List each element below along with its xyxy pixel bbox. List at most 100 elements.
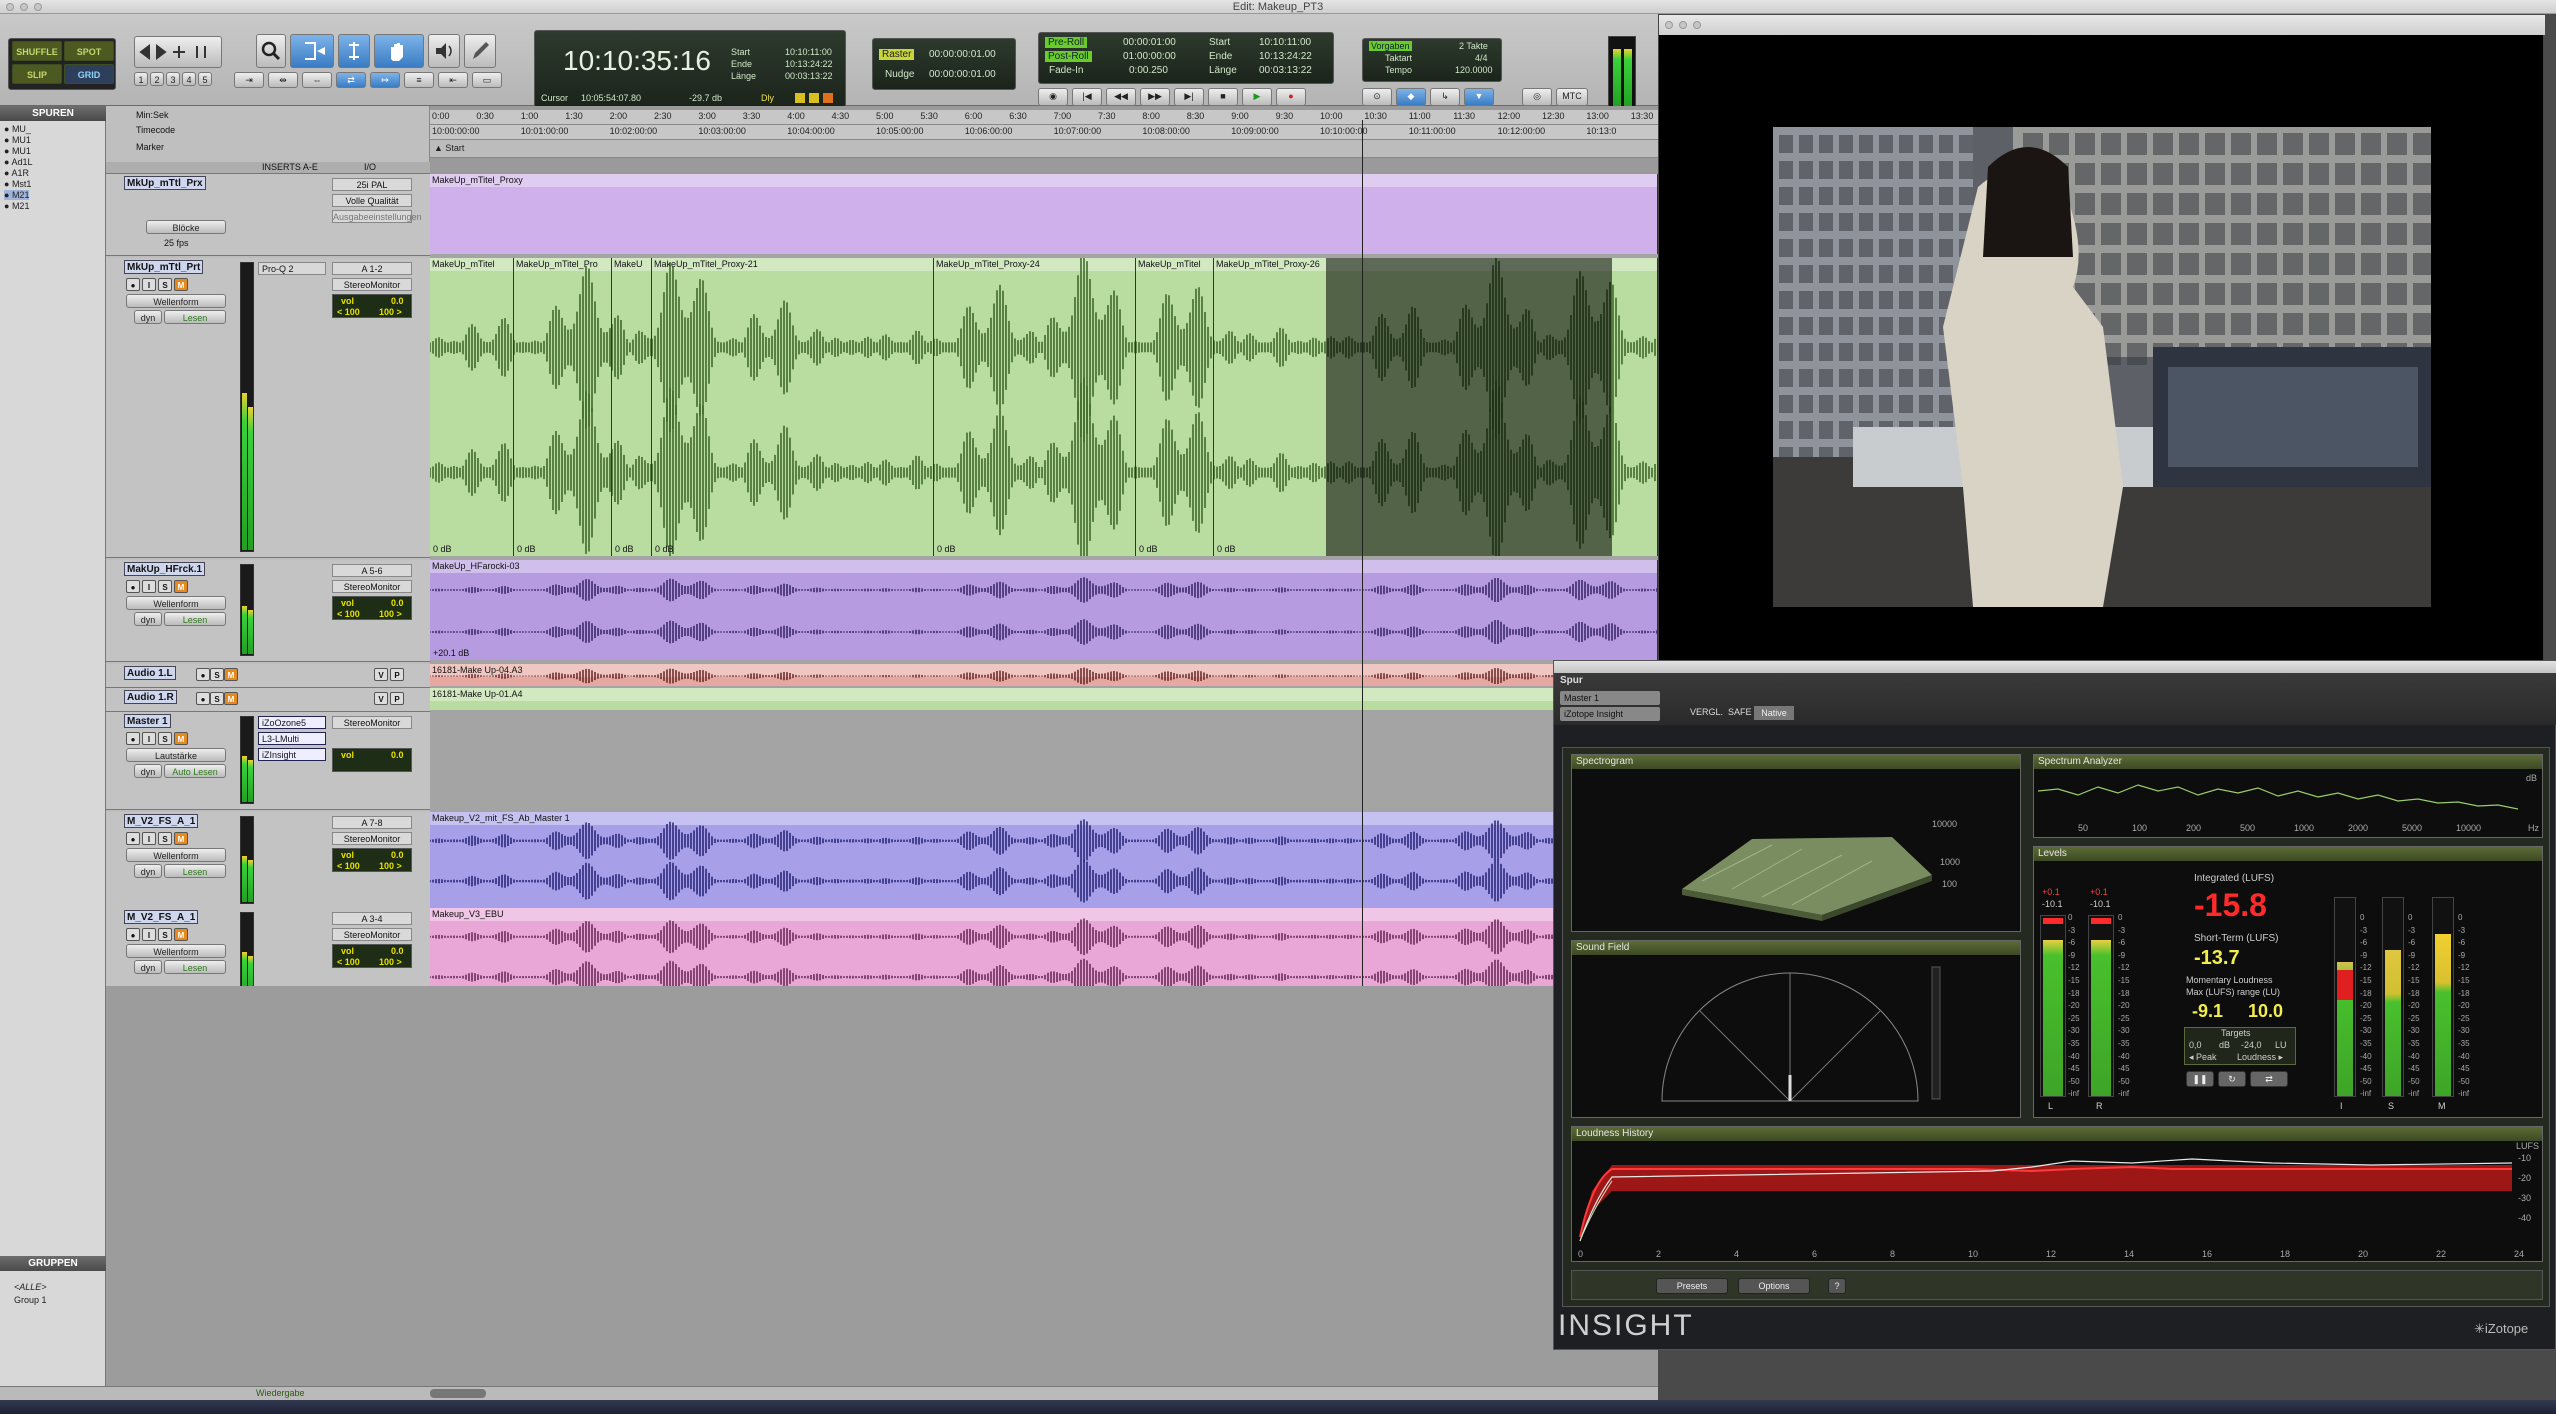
empty-track-area[interactable]	[106, 986, 1658, 1386]
clip-gain-label[interactable]: 0 dB	[615, 544, 634, 554]
output-bus-selector[interactable]: StereoMonitor	[332, 832, 412, 845]
merge-button[interactable]: ↳	[1430, 88, 1460, 106]
mirror-midi-button[interactable]: ⇹	[268, 72, 298, 88]
selection-start[interactable]: 10:10:11:00	[785, 47, 832, 57]
close-video-button[interactable]	[1665, 21, 1673, 29]
zoom-preset-1[interactable]: 1	[134, 72, 148, 86]
track-header[interactable]: MkUp_mTtl_Prt ● I S M Wellenform dyn Lesen Pro-Q…	[106, 258, 430, 558]
grid-value[interactable]: 00:00:00:01.00	[929, 49, 996, 60]
keyboard-focus-button[interactable]: ≡	[404, 72, 434, 88]
zoom-preset-5[interactable]: 5	[198, 72, 212, 86]
options-button[interactable]: Options	[1738, 1278, 1810, 1294]
audio-clip[interactable]: MakeU 0 dB	[612, 258, 652, 556]
dyn-button[interactable]: dyn	[134, 612, 162, 626]
output-selector[interactable]: StereoMonitor	[332, 716, 412, 729]
track-list-item[interactable]: ● MU1	[4, 135, 31, 145]
record-button[interactable]: ●	[1276, 88, 1306, 106]
track-view-selector[interactable]: Wellenform	[126, 294, 226, 308]
postroll-value[interactable]: 01:00:00:00	[1123, 51, 1176, 62]
audio-clip[interactable]: Makeup_V2_mit_FS_Ab_Master 1	[430, 812, 1560, 908]
record-enable-button[interactable]: ●	[196, 668, 210, 681]
insert-slot[interactable]: L3-LMulti	[258, 732, 326, 745]
audio-clip[interactable]: MakeUp_mTitel_Pro 0 dB	[514, 258, 612, 556]
plugin-track-select[interactable]: Master 1	[1560, 691, 1660, 705]
compare-button[interactable]: VERGL.	[1690, 707, 1723, 717]
tab-to-transient-button[interactable]: ⇥	[234, 72, 264, 88]
transport-start[interactable]: 10:10:11:00	[1259, 37, 1311, 48]
input-monitor-button[interactable]: I	[142, 928, 156, 941]
zoom-preset-2[interactable]: 2	[150, 72, 164, 86]
track-list-item[interactable]: ● M21	[4, 201, 29, 211]
video-track-mode[interactable]: Blöcke	[146, 220, 226, 234]
dyn-button[interactable]: dyn	[134, 960, 162, 974]
solo-button[interactable]: S	[158, 278, 172, 291]
pan-right-value[interactable]: 100 >	[379, 861, 402, 871]
link-button[interactable]: ⇄	[2250, 1071, 2288, 1087]
volume-pan-box[interactable]: vol 0.0 < 100 100 >	[332, 596, 412, 620]
target-peak-selector[interactable]: ◂ Peak	[2189, 1052, 2217, 1063]
timecode-ruler[interactable]: 10:00:00:00 10:01:00:00 10:02:00:00 10:03:0…	[430, 125, 1658, 140]
volume-pan-box[interactable]: vol 0.0 < 100 100 >	[332, 294, 412, 318]
dyn-button[interactable]: dyn	[134, 864, 162, 878]
start-marker[interactable]: ▲ Start	[434, 143, 464, 153]
input-monitor-button[interactable]: I	[142, 278, 156, 291]
mute-button[interactable]: M	[224, 692, 238, 705]
clip-gain-label[interactable]: +20.1 dB	[433, 648, 469, 658]
grid-label[interactable]: Raster	[879, 49, 915, 60]
marker-ruler[interactable]: ▲ Start	[430, 140, 1658, 158]
record-enable-button[interactable]: ●	[126, 580, 140, 593]
track-name[interactable]: Master 1	[124, 714, 171, 728]
solo-button[interactable]: S	[210, 668, 224, 681]
track-header[interactable]: M_V2_FS_A_1 ● I S M Wellenform dyn Lesen A 7-8 St…	[106, 812, 430, 910]
go-to-end-button[interactable]: ▶|	[1174, 88, 1204, 106]
track-list-item[interactable]: ● MU_	[4, 124, 31, 134]
nudge-value[interactable]: 00:00:00:01.00	[929, 69, 996, 80]
fast-forward-button[interactable]: ▶▶	[1140, 88, 1170, 106]
track-name[interactable]: MkUp_mTtl_Prx	[124, 176, 206, 190]
insert-slot[interactable]: iZInsight	[258, 748, 326, 761]
insert-slot[interactable]: iZoOzone5	[258, 716, 326, 729]
automation-mode-selector[interactable]: Lesen	[164, 612, 226, 626]
output-selector[interactable]: A 3-4	[332, 912, 412, 925]
transport-end[interactable]: 10:13:24:22	[1259, 51, 1312, 62]
meter-value[interactable]: 4/4	[1475, 53, 1488, 63]
clip-gain-label[interactable]: 0 dB	[937, 544, 956, 554]
postroll-button[interactable]: Post-Roll	[1045, 51, 1092, 62]
track-list-item[interactable]: ● Ad1L	[4, 157, 32, 167]
input-monitor-button[interactable]: I	[142, 732, 156, 745]
trim-tool-button[interactable]	[290, 34, 334, 68]
scrubber-tool-button[interactable]	[428, 34, 460, 68]
mute-button[interactable]: M	[174, 278, 188, 291]
output-selector[interactable]: A 1-2	[332, 262, 412, 275]
output-bus-selector[interactable]: Volle Qualität	[332, 194, 412, 207]
clip-gain-label[interactable]: 0 dB	[1139, 544, 1158, 554]
dyn-button[interactable]: dyn	[134, 310, 162, 324]
input-monitor-button[interactable]: I	[142, 832, 156, 845]
grid-mode-button[interactable]: GRID	[64, 64, 114, 84]
minsek-ruler[interactable]: 0:00 0:30 1:00 1:30 2:00 2:30 3:00 3:30 4:00 4:30…	[430, 110, 1658, 125]
audio-clip[interactable]: MakeUp_mTitel 0 dB	[1136, 258, 1214, 556]
insert-slot[interactable]: Pro-Q 2	[258, 262, 326, 275]
safe-button[interactable]: SAFE	[1728, 707, 1752, 717]
help-button[interactable]: ?	[1828, 1278, 1846, 1294]
main-counter[interactable]: 10:10:35:16 Start Ende Länge 10:10:11:00…	[534, 30, 846, 108]
automation-mode-selector[interactable]: Lesen	[164, 960, 226, 974]
pencil-tool-button[interactable]	[464, 34, 496, 68]
target-peak[interactable]: 0,0	[2189, 1040, 2202, 1050]
target-loudness-selector[interactable]: Loudness ▸	[2237, 1052, 2283, 1063]
pan-left-value[interactable]: < 100	[337, 307, 360, 317]
clip-gain-label[interactable]: 0 dB	[1217, 544, 1236, 554]
voice-button[interactable]: V	[374, 668, 388, 681]
horizontal-scrollbar[interactable]	[430, 1389, 486, 1398]
track-list-item[interactable]: ● M21	[4, 190, 30, 200]
pan-right-value[interactable]: 100 >	[379, 609, 402, 619]
native-button[interactable]: Native	[1754, 706, 1794, 720]
priority-button[interactable]: P	[390, 692, 404, 705]
play-button[interactable]: ▶	[1242, 88, 1272, 106]
presets-button[interactable]: Presets	[1656, 1278, 1728, 1294]
clip-gain-label[interactable]: 0 dB	[517, 544, 536, 554]
delay-comp-label[interactable]: Dly	[761, 93, 774, 103]
output-bus-selector[interactable]: StereoMonitor	[332, 580, 412, 593]
track-header[interactable]: MakUp_HFrck.1 ● I S M Wellenform dyn Lesen A 5-6…	[106, 560, 430, 662]
zoom-preset-4[interactable]: 4	[182, 72, 196, 86]
